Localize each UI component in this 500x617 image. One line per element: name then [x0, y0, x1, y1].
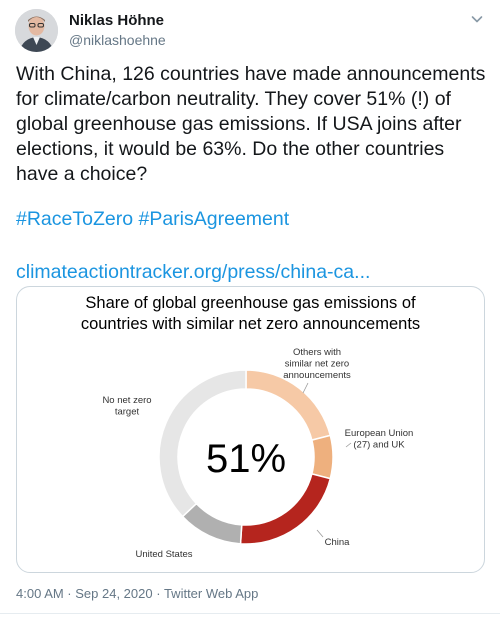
media-card[interactable]: Share of global greenhouse gas emissions… [16, 286, 485, 573]
avatar-image [15, 9, 58, 52]
leader-line [345, 442, 352, 448]
leader-line [302, 382, 309, 394]
user-name[interactable]: Niklas Höhne [69, 12, 164, 29]
slice-label-eu-uk: European Union (27) and UK [345, 428, 414, 451]
slice-eu-uk [310, 434, 334, 480]
tweet: Niklas Höhne @niklashoehne With China, 1… [0, 0, 500, 617]
center-label: 51% [206, 437, 286, 481]
leader-line [316, 529, 324, 538]
tweet-source[interactable]: Twitter Web App [164, 586, 258, 601]
slice-label-china: China [325, 537, 351, 548]
timestamp[interactable]: 4:00 AM · Sep 24, 2020 [16, 586, 153, 601]
tweet-header: Niklas Höhne @niklashoehne [15, 9, 485, 53]
slice-label-united-states: United States [135, 549, 192, 560]
tweet-footer: 4:00 AM · Sep 24, 2020 · Twitter Web App [16, 586, 258, 601]
tweet-text: With China, 126 countries have made anno… [16, 62, 486, 187]
hashtag-paris-agreement[interactable]: #ParisAgreement [138, 208, 289, 230]
tweet-link[interactable]: climateactiontracker.org/press/china-ca.… [16, 261, 370, 283]
footer-separator: · [156, 586, 164, 601]
tweet-body: With China, 126 countries have made anno… [16, 63, 486, 185]
donut-chart: Others with similar net zero announcements… [102, 347, 414, 560]
hashtag-race-to-zero[interactable]: #RaceToZero [16, 208, 133, 230]
divider [0, 613, 500, 614]
user-handle[interactable]: @niklashoehne [69, 32, 166, 48]
slice-label-others: Others with similar net zero announcements [283, 347, 351, 381]
slice-label-no-net-zero: No net zero target [102, 395, 151, 418]
chevron-down-icon[interactable] [469, 11, 485, 27]
hashtags: #RaceToZero #ParisAgreement [16, 207, 289, 232]
link-row: climateactiontracker.org/press/china-ca.… [16, 260, 370, 285]
slice-united-states [181, 502, 243, 545]
avatar[interactable] [15, 9, 58, 52]
slice-china [239, 472, 332, 545]
